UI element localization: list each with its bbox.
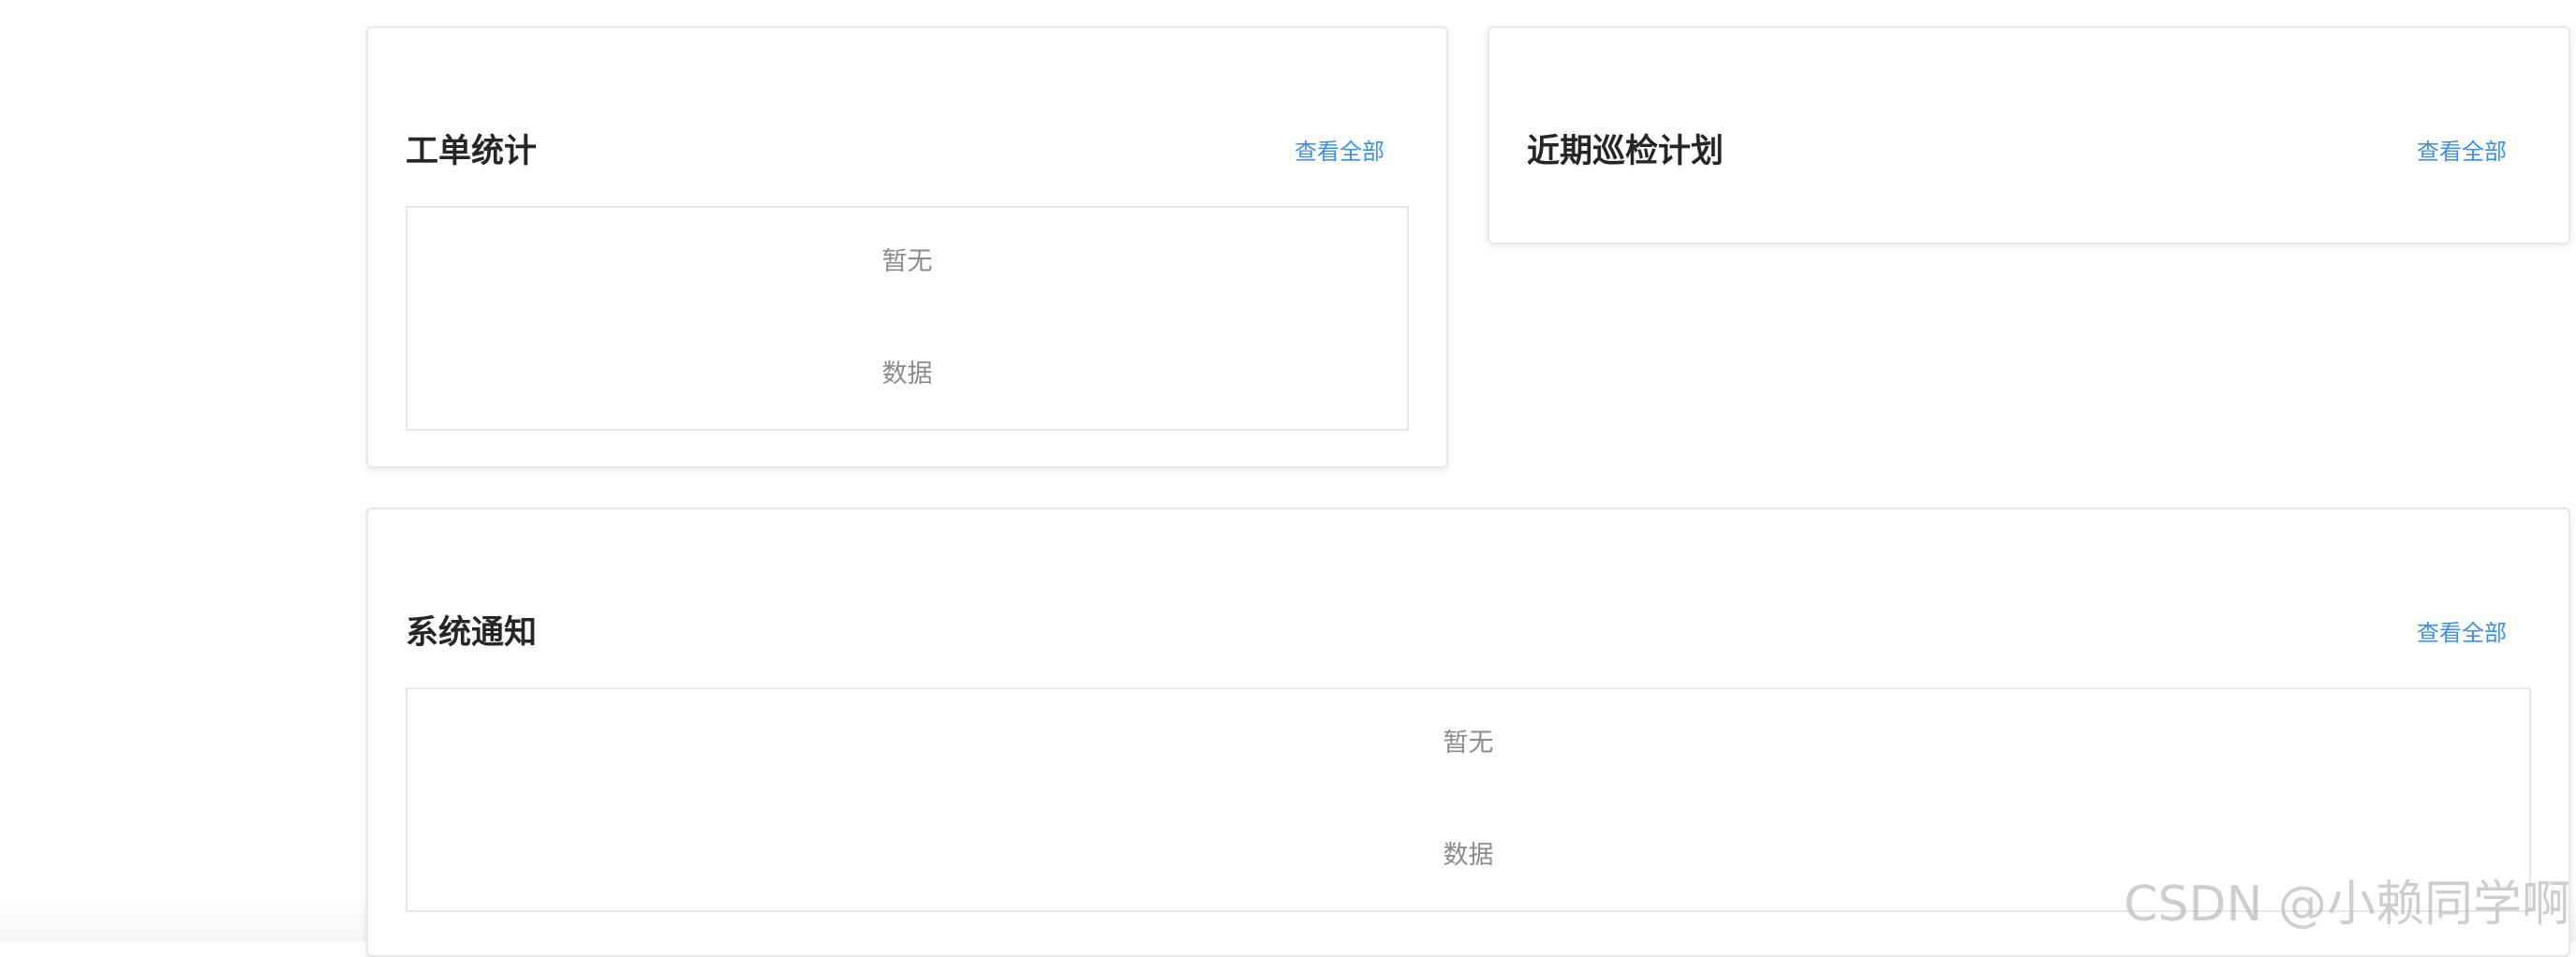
work-order-stats-header: 工单统计 查看全部 <box>406 28 1409 170</box>
empty-text-line-2: 数据 <box>1443 841 1494 870</box>
watermark: CSDN @小赖同学啊 <box>2124 876 2570 933</box>
system-notices-header: 系统通知 查看全部 <box>406 509 2531 652</box>
work-order-stats-title: 工单统计 <box>406 133 538 170</box>
empty-text-line-1: 暂无 <box>881 247 933 276</box>
recent-inspection-plans-title: 近期巡检计划 <box>1527 133 1725 170</box>
work-order-stats-card: 工单统计 查看全部 暂无 数据 <box>366 26 1448 468</box>
work-order-stats-empty-state: 暂无 数据 <box>406 206 1409 431</box>
work-order-stats-view-all-link[interactable]: 查看全部 <box>1295 138 1384 166</box>
recent-inspection-plans-card: 近期巡检计划 查看全部 <box>1488 26 2570 244</box>
recent-inspection-plans-header: 近期巡检计划 查看全部 <box>1527 28 2531 170</box>
empty-text-line-1: 暂无 <box>1443 729 1494 758</box>
empty-text-line-2: 数据 <box>881 360 933 389</box>
recent-inspection-plans-view-all-link[interactable]: 查看全部 <box>2417 138 2507 166</box>
system-notices-title: 系统通知 <box>406 614 538 652</box>
system-notices-view-all-link[interactable]: 查看全部 <box>2417 619 2507 647</box>
